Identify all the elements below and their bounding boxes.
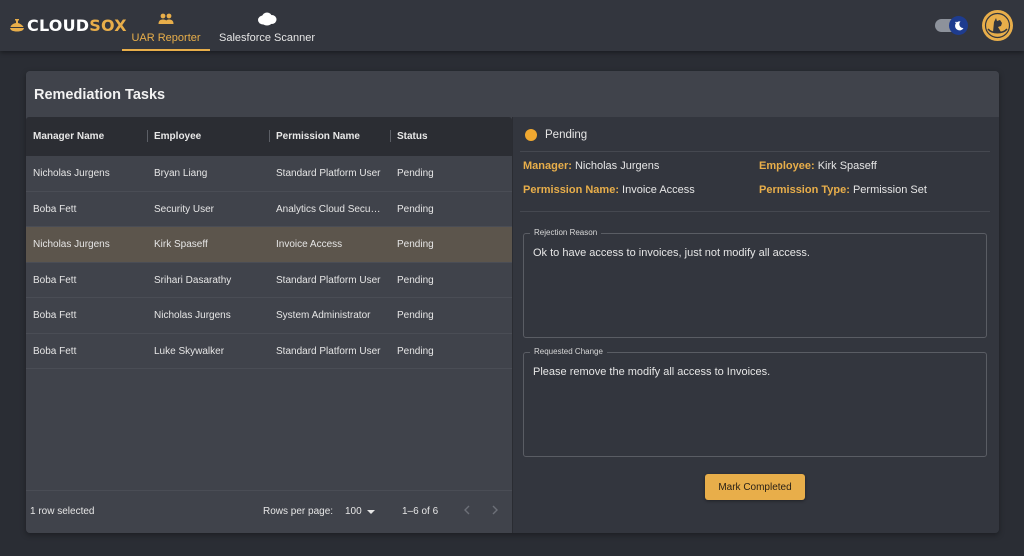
manager-field: Manager: Nicholas Jurgens (523, 160, 659, 172)
manager-label: Manager: (523, 160, 572, 172)
theme-toggle[interactable] (934, 16, 970, 35)
permission-type-field: Permission Type: Permission Set (759, 184, 927, 196)
cell-status: Pending (397, 345, 434, 357)
cell-manager: Boba Fett (33, 203, 77, 215)
status-dot-icon (525, 129, 537, 141)
column-header-permission-name[interactable]: Permission Name (276, 117, 360, 156)
toggle-knob (949, 16, 968, 35)
cell-permission: Standard Platform User (276, 345, 381, 357)
tab-label: Salesforce Scanner (219, 32, 315, 44)
salesforce-cloud-icon (257, 10, 277, 28)
rejection-reason-text[interactable]: Ok to have access to invoices, just not … (533, 247, 973, 259)
manager-value: Nicholas Jurgens (574, 160, 660, 172)
table-row-selected[interactable]: Nicholas Jurgens Kirk Spaseff Invoice Ac… (26, 227, 512, 263)
tab-label: UAR Reporter (131, 32, 201, 44)
status-indicator: Pending (525, 129, 587, 141)
previous-page-button[interactable] (459, 502, 475, 518)
caret-down-icon (366, 509, 375, 514)
cell-status: Pending (397, 274, 434, 286)
table-row[interactable]: Nicholas Jurgens Bryan Liang Standard Pl… (26, 156, 512, 192)
table-row[interactable]: Boba Fett Nicholas Jurgens System Admini… (26, 298, 512, 334)
cell-manager: Nicholas Jurgens (33, 239, 110, 250)
cell-status: Pending (397, 239, 434, 250)
column-separator[interactable] (390, 130, 391, 142)
employee-value: Kirk Spaseff (817, 160, 877, 172)
rows-per-page-value: 100 (345, 506, 362, 517)
boot-logo-icon (10, 19, 24, 32)
mark-completed-button[interactable]: Mark Completed (705, 474, 805, 500)
cell-manager: Boba Fett (33, 345, 77, 357)
permission-type-value: Permission Set (852, 184, 927, 196)
divider (520, 211, 990, 212)
cell-permission: Standard Platform User (276, 168, 381, 179)
cell-status: Pending (397, 310, 434, 321)
status-text: Pending (545, 129, 588, 141)
logo-text-cloud: CLOUD (27, 15, 90, 35)
permission-name-field: Permission Name: Invoice Access (523, 184, 695, 196)
divider (520, 151, 990, 152)
fox-logo-icon (984, 12, 1011, 39)
employee-field: Employee: Kirk Spaseff (759, 160, 877, 172)
cell-employee: Srihari Dasarathy (154, 274, 232, 286)
cell-status: Pending (397, 203, 434, 215)
cell-permission: Standard Platform User (276, 274, 381, 286)
cell-manager: Boba Fett (33, 310, 77, 321)
task-detail-panel: Pending Manager: Nicholas Jurgens Employ… (512, 117, 999, 533)
people-icon (158, 10, 174, 28)
cell-permission: System Administrator (276, 310, 371, 321)
tab-salesforce-scanner[interactable]: Salesforce Scanner (216, 0, 318, 51)
remediation-tasks-card: Remediation Tasks Manager Name Employee … (26, 71, 999, 533)
top-app-bar: CLOUD SOX UAR Reporter Salesforce Scanner (0, 0, 1024, 51)
moon-icon (954, 20, 963, 30)
requested-change-text[interactable]: Please remove the modify all access to I… (533, 366, 973, 378)
table-footer: 1 row selected Rows per page: 100 1–6 of… (26, 490, 512, 533)
cell-permission: Analytics Cloud Secu… (276, 203, 381, 215)
next-page-button[interactable] (487, 502, 503, 518)
page-title: Remediation Tasks (34, 87, 166, 103)
column-header-manager-name[interactable]: Manager Name (33, 117, 104, 156)
cell-permission: Invoice Access (276, 239, 343, 250)
cell-employee: Security User (154, 203, 215, 215)
rejection-reason-field[interactable]: Rejection Reason Ok to have access to in… (523, 228, 987, 338)
avatar[interactable] (982, 10, 1013, 41)
chevron-left-icon (464, 505, 470, 515)
rows-per-page-select[interactable]: 100 (345, 506, 375, 517)
chevron-right-icon (492, 505, 498, 515)
table-row[interactable]: Boba Fett Srihari Dasarathy Standard Pla… (26, 263, 512, 298)
tab-uar-reporter[interactable]: UAR Reporter (122, 0, 210, 51)
column-separator[interactable] (269, 130, 270, 142)
column-header-employee[interactable]: Employee (154, 117, 201, 156)
rejection-reason-label: Rejection Reason (530, 228, 602, 237)
permission-type-label: Permission Type: (759, 184, 850, 196)
selection-count: 1 row selected (30, 506, 95, 517)
cell-employee: Bryan Liang (154, 168, 208, 179)
remediation-tasks-table: Manager Name Employee Permission Name St… (26, 117, 512, 533)
cell-manager: Nicholas Jurgens (33, 168, 110, 179)
cell-employee: Nicholas Jurgens (154, 310, 231, 321)
table-row[interactable]: Boba Fett Security User Analytics Cloud … (26, 192, 512, 227)
rows-per-page-label: Rows per page: (263, 506, 334, 517)
requested-change-label: Requested Change (530, 347, 607, 356)
employee-label: Employee: (759, 160, 815, 172)
permission-name-value: Invoice Access (622, 184, 695, 196)
cell-status: Pending (397, 168, 434, 179)
column-separator[interactable] (147, 130, 148, 142)
cell-employee: Luke Skywalker (154, 345, 225, 357)
table-header: Manager Name Employee Permission Name St… (26, 117, 512, 156)
requested-change-field[interactable]: Requested Change Please remove the modif… (523, 347, 987, 457)
table-row[interactable]: Boba Fett Luke Skywalker Standard Platfo… (26, 334, 512, 369)
permission-name-label: Permission Name: (523, 184, 619, 196)
column-header-status[interactable]: Status (397, 117, 428, 156)
pagination-range: 1–6 of 6 (402, 506, 439, 517)
cell-employee: Kirk Spaseff (154, 239, 208, 250)
card-header: Remediation Tasks (26, 71, 999, 117)
cloudsox-logo[interactable]: CLOUD SOX (9, 14, 127, 36)
cell-manager: Boba Fett (33, 274, 77, 286)
